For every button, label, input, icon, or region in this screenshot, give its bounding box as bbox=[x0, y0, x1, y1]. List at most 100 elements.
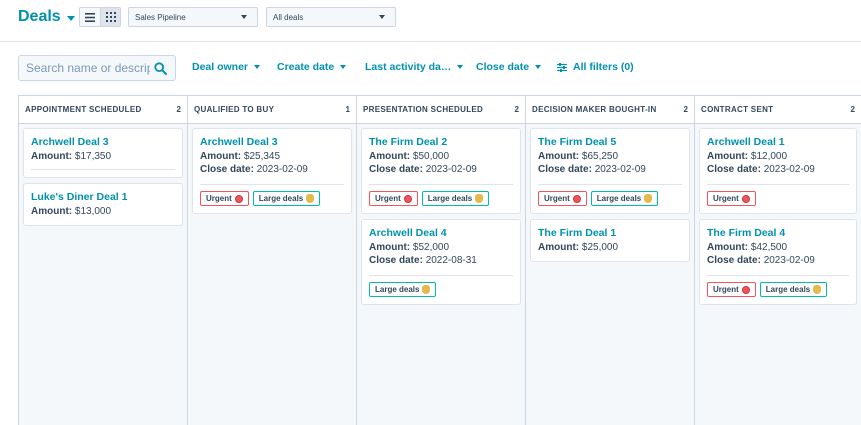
urgent-tag[interactable]: Urgent bbox=[707, 191, 756, 206]
deal-close-date: 2023-02-09 bbox=[763, 164, 815, 175]
red-circle-icon bbox=[741, 285, 750, 294]
stage-count: 2 bbox=[850, 105, 855, 114]
stage-column-contract-sent: CONTRACT SENT 2 Archwell Deal 1 Amount: … bbox=[695, 96, 861, 425]
deal-amount: $52,000 bbox=[412, 242, 450, 253]
close-date-filter[interactable]: Close date bbox=[476, 61, 542, 73]
close-date-label: Close date: bbox=[200, 164, 254, 175]
deal-close-date-row: Close date: 2023-02-09 bbox=[200, 163, 344, 176]
top-bar: Deals Sales Pipeline All deals bbox=[0, 0, 861, 42]
deal-name-link[interactable]: The Firm Deal 1 bbox=[538, 226, 682, 240]
large-deals-tag[interactable]: Large deals bbox=[421, 191, 490, 206]
deal-amount-row: Amount: $12,000 bbox=[707, 150, 849, 163]
search-input[interactable] bbox=[26, 61, 150, 75]
money-bag-icon bbox=[813, 285, 822, 294]
last-activity-date-filter[interactable]: Last activity da… bbox=[365, 61, 464, 73]
chevron-down-icon bbox=[241, 15, 247, 19]
filter-sliders-icon bbox=[557, 62, 567, 72]
deals-select-value: All deals bbox=[273, 12, 304, 22]
stage-column-presentation-scheduled: PRESENTATION SCHEDULED 2 The Firm Deal 2… bbox=[357, 96, 526, 425]
stage-count: 2 bbox=[514, 105, 519, 114]
large-deals-tag[interactable]: Large deals bbox=[590, 191, 659, 206]
grid-icon bbox=[105, 12, 116, 22]
close-date-label: Close date: bbox=[707, 164, 761, 175]
large-deals-tag[interactable]: Large deals bbox=[252, 191, 321, 206]
large-deals-tag[interactable]: Large deals bbox=[759, 282, 828, 297]
amount-label: Amount: bbox=[369, 242, 411, 253]
stage-name: QUALIFIED TO BUY bbox=[194, 105, 275, 114]
deal-card[interactable]: The Firm Deal 5 Amount: $65,250 Close da… bbox=[530, 128, 690, 214]
urgent-tag-label: Urgent bbox=[713, 285, 739, 294]
deal-name-link[interactable]: Archwell Deal 3 bbox=[31, 135, 175, 149]
deal-tags: Large deals bbox=[369, 275, 513, 297]
deal-tags: Urgent bbox=[707, 184, 849, 206]
all-filters-label: All filters (0) bbox=[573, 61, 634, 73]
urgent-tag[interactable]: Urgent bbox=[707, 282, 756, 297]
deal-card[interactable]: The Firm Deal 2 Amount: $50,000 Close da… bbox=[361, 128, 521, 214]
deal-amount: $13,000 bbox=[74, 206, 112, 217]
create-date-filter[interactable]: Create date bbox=[277, 61, 347, 73]
large-deals-tag-label: Large deals bbox=[427, 194, 473, 203]
board-view-button[interactable] bbox=[100, 8, 120, 26]
deal-close-date-row: Close date: 2023-02-09 bbox=[707, 163, 849, 176]
money-bag-icon bbox=[306, 194, 315, 203]
deal-name-link[interactable]: Archwell Deal 3 bbox=[200, 135, 344, 149]
deal-card[interactable]: Archwell Deal 4 Amount: $52,000 Close da… bbox=[361, 219, 521, 305]
deal-amount: $17,350 bbox=[74, 151, 112, 162]
close-date-filter-label: Close date bbox=[476, 61, 530, 73]
deal-close-date-row: Close date: 2022-08-31 bbox=[369, 254, 513, 267]
deal-owner-filter-label: Deal owner bbox=[192, 61, 249, 73]
view-toggle bbox=[79, 7, 121, 27]
last-activity-date-filter-label: Last activity da… bbox=[365, 61, 452, 73]
deal-close-date: 2023-02-09 bbox=[763, 255, 815, 266]
red-circle-icon bbox=[403, 194, 412, 203]
list-view-button[interactable] bbox=[80, 8, 100, 26]
large-deals-tag-label: Large deals bbox=[765, 285, 811, 294]
deal-name-link[interactable]: The Firm Deal 5 bbox=[538, 135, 682, 149]
close-date-label: Close date: bbox=[538, 164, 592, 175]
urgent-tag[interactable]: Urgent bbox=[369, 191, 418, 206]
deal-close-date: 2023-02-09 bbox=[425, 164, 477, 175]
amount-label: Amount: bbox=[31, 151, 73, 162]
deal-tags: Urgent Large deals bbox=[200, 184, 344, 206]
list-icon bbox=[85, 12, 95, 22]
deals-view-menu[interactable]: Deals bbox=[18, 8, 75, 26]
deal-card[interactable]: Luke's Diner Deal 1 Amount: $13,000 bbox=[23, 183, 183, 226]
deal-amount-row: Amount: $65,250 bbox=[538, 150, 682, 163]
stage-count: 1 bbox=[345, 105, 350, 114]
deals-select[interactable]: All deals bbox=[266, 7, 396, 27]
deal-card[interactable]: The Firm Deal 1 Amount: $25,000 bbox=[530, 219, 690, 262]
search-icon[interactable] bbox=[154, 62, 167, 75]
pipeline-select[interactable]: Sales Pipeline bbox=[128, 7, 258, 27]
deal-name-link[interactable]: Luke's Diner Deal 1 bbox=[31, 190, 175, 204]
all-filters-button[interactable]: All filters (0) bbox=[557, 61, 634, 73]
deal-name-link[interactable]: Archwell Deal 1 bbox=[707, 135, 849, 149]
deal-tags: Urgent Large deals bbox=[369, 184, 513, 206]
stage-column-appointment-scheduled: APPOINTMENT SCHEDULED 2 Archwell Deal 3 … bbox=[19, 96, 188, 425]
stage-column-qualified-to-buy: QUALIFIED TO BUY 1 Archwell Deal 3 Amoun… bbox=[188, 96, 357, 425]
urgent-tag-label: Urgent bbox=[206, 194, 232, 203]
deal-tags: Urgent Large deals bbox=[538, 184, 682, 206]
deal-close-date-row: Close date: 2023-02-09 bbox=[707, 254, 849, 267]
deal-close-date: 2023-02-09 bbox=[594, 164, 646, 175]
deals-board: APPOINTMENT SCHEDULED 2 Archwell Deal 3 … bbox=[18, 95, 861, 425]
deal-close-date: 2023-02-09 bbox=[256, 164, 308, 175]
deal-name-link[interactable]: Archwell Deal 4 bbox=[369, 226, 513, 240]
deal-owner-filter[interactable]: Deal owner bbox=[192, 61, 261, 73]
deal-name-link[interactable]: The Firm Deal 4 bbox=[707, 226, 849, 240]
page-title: Deals bbox=[18, 8, 61, 25]
chevron-down-icon bbox=[66, 15, 75, 21]
deal-close-date-row: Close date: 2023-02-09 bbox=[538, 163, 682, 176]
deal-name-link[interactable]: The Firm Deal 2 bbox=[369, 135, 513, 149]
large-deals-tag[interactable]: Large deals bbox=[369, 282, 437, 297]
deal-card[interactable]: The Firm Deal 4 Amount: $42,500 Close da… bbox=[699, 219, 857, 305]
deal-card[interactable]: Archwell Deal 3 Amount: $25,345 Close da… bbox=[192, 128, 352, 214]
money-bag-icon bbox=[422, 285, 431, 294]
close-date-label: Close date: bbox=[707, 255, 761, 266]
deal-card[interactable]: Archwell Deal 1 Amount: $12,000 Close da… bbox=[699, 128, 857, 214]
urgent-tag[interactable]: Urgent bbox=[200, 191, 249, 206]
deal-card[interactable]: Archwell Deal 3 Amount: $17,350 bbox=[23, 128, 183, 178]
deal-close-date: 2022-08-31 bbox=[425, 255, 477, 266]
urgent-tag[interactable]: Urgent bbox=[538, 191, 587, 206]
large-deals-tag-label: Large deals bbox=[258, 194, 304, 203]
deal-amount: $42,500 bbox=[750, 242, 788, 253]
